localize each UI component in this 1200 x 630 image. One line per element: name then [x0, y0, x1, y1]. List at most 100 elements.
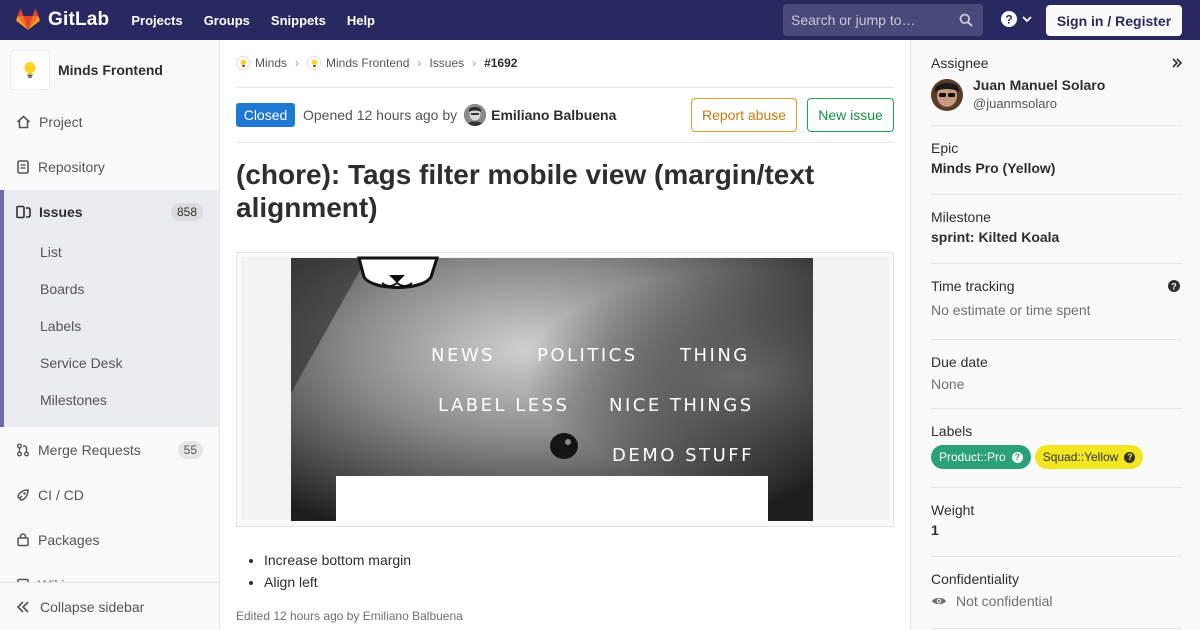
- sidebar-item-label: Issues: [39, 204, 83, 220]
- assignee-avatar-photo: [931, 79, 963, 111]
- status-badge: Closed: [236, 103, 295, 127]
- breadcrumb: Minds › Minds Frontend › Issues › #1692: [236, 56, 517, 70]
- lightbulb-icon: [24, 62, 36, 78]
- sidebar-item-issues[interactable]: Issues 858: [0, 190, 219, 234]
- question-icon: ?: [1124, 451, 1136, 463]
- gitlab-logo[interactable]: GitLab: [16, 9, 109, 31]
- search-input[interactable]: Search or jump to…: [783, 4, 983, 36]
- image-tag: LABEL LESS: [438, 395, 570, 416]
- help-dropdown[interactable]: ?: [1001, 11, 1033, 27]
- nav-snippets[interactable]: Snippets: [271, 13, 326, 28]
- issue-screenshot[interactable]: NEWS POLITICS THING LABEL LESS NICE THIN…: [236, 252, 894, 527]
- labels-label: Labels: [931, 423, 973, 439]
- sidebar-item-project[interactable]: Project: [0, 102, 219, 142]
- breadcrumb-label: Minds: [255, 56, 288, 70]
- collapse-sidebar-label: Collapse sidebar: [40, 598, 145, 615]
- image-tag: DEMO STUFF: [612, 445, 754, 466]
- milestone-label: Milestone: [931, 209, 991, 225]
- due-date-value: None: [931, 376, 965, 392]
- milestone-value[interactable]: sprint: Kilted Koala: [931, 229, 1182, 245]
- question-icon[interactable]: ?: [1168, 280, 1180, 292]
- edited-info: Edited 12 hours ago by Emiliano Balbuena: [236, 609, 463, 623]
- nav-projects[interactable]: Projects: [131, 13, 182, 28]
- breadcrumb-minds[interactable]: Minds: [236, 56, 287, 70]
- image-tag: NEWS: [431, 345, 496, 366]
- issue-description-list: Increase bottom margin Align left: [264, 549, 411, 593]
- time-tracking-label: Time tracking: [931, 278, 1015, 294]
- sub-item-boards[interactable]: Boards: [40, 281, 84, 297]
- confidentiality-block: Confidentiality Not confidential: [931, 571, 1182, 629]
- assignee-label: Assignee: [931, 55, 989, 71]
- sidebar-item-packages[interactable]: Packages: [0, 520, 219, 560]
- divider: [236, 142, 894, 143]
- project-sidebar: Minds Frontend Project Repository Issues…: [0, 40, 220, 630]
- sidebar-item-repository[interactable]: Repository: [0, 147, 219, 187]
- sidebar-item-label: CI / CD: [38, 487, 84, 503]
- chevron-down-icon: [1022, 16, 1032, 23]
- report-abuse-button[interactable]: Report abuse: [691, 98, 797, 132]
- project-header[interactable]: Minds Frontend: [10, 50, 163, 90]
- confidentiality-value: Not confidential: [956, 593, 1053, 609]
- rocket-icon: [17, 489, 29, 501]
- sidebar-item-label: Repository: [38, 159, 105, 175]
- collapse-sidebar-button[interactable]: Collapse sidebar: [0, 582, 219, 630]
- opened-text: Opened 12 hours ago by: [303, 107, 458, 123]
- epic-block: Epic Minds Pro (Yellow): [931, 140, 1182, 195]
- time-tracking-value: No estimate or time spent: [931, 302, 1091, 318]
- assignee-block: Assignee Juan Manuel Solaro @juanmsolaro: [931, 55, 1182, 126]
- double-chevron-left-icon: [16, 600, 29, 613]
- breadcrumb-minds-frontend[interactable]: Minds Frontend: [307, 56, 409, 70]
- milestone-block: Milestone sprint: Kilted Koala: [931, 209, 1182, 264]
- labels-block: Labels Product::Pro ? Squad::Yellow ?: [931, 423, 1182, 488]
- author-avatar[interactable]: [464, 104, 487, 126]
- nav-groups[interactable]: Groups: [204, 13, 250, 28]
- label-squad-yellow[interactable]: Squad::Yellow ?: [1034, 445, 1144, 469]
- sub-item-service-desk[interactable]: Service Desk: [40, 355, 122, 371]
- label-text: Squad::Yellow: [1042, 450, 1119, 464]
- time-tracking-block: Time tracking ? No estimate or time spen…: [931, 278, 1182, 340]
- epic-value[interactable]: Minds Pro (Yellow): [931, 160, 1182, 176]
- merge-requests-count-badge: 55: [177, 441, 203, 459]
- nav-help[interactable]: Help: [347, 13, 375, 28]
- breadcrumb-separator: ›: [472, 56, 477, 70]
- svg-text:?: ?: [1005, 13, 1012, 27]
- breadcrumb-label: Minds Frontend: [326, 56, 410, 70]
- image-tag: POLITICS: [537, 345, 638, 366]
- issue-title: (chore): Tags filter mobile view (margin…: [236, 159, 815, 223]
- sub-item-milestones[interactable]: Milestones: [40, 392, 107, 408]
- sidebar-item-ci-cd[interactable]: CI / CD: [0, 475, 219, 515]
- due-date-label: Due date: [931, 354, 988, 370]
- lightbulb-icon: [311, 59, 317, 67]
- assignee-avatar[interactable]: [931, 79, 963, 111]
- search-icon: [959, 13, 973, 27]
- package-icon: [17, 533, 29, 547]
- breadcrumb-issue-number[interactable]: #1692: [484, 56, 517, 70]
- merge-request-icon: [17, 443, 29, 457]
- breadcrumb-separator: ›: [417, 56, 422, 70]
- issue-right-sidebar: Assignee Juan Manuel Solaro @juanmsolaro…: [910, 40, 1200, 630]
- image-tag: NICE THINGS: [609, 395, 754, 416]
- lightbulb-icon: [240, 59, 246, 67]
- sign-in-button[interactable]: Sign in / Register: [1046, 5, 1182, 36]
- author-name[interactable]: Emiliano Balbuena: [491, 107, 616, 123]
- divider: [236, 87, 894, 88]
- eye-icon: [932, 598, 946, 604]
- image-tag: THING: [680, 345, 750, 366]
- new-issue-button[interactable]: New issue: [807, 98, 894, 132]
- label-text: Product::Pro: [939, 450, 1006, 464]
- doc-icon: [17, 160, 29, 174]
- breadcrumb-issues[interactable]: Issues: [429, 56, 464, 70]
- label-product-pro[interactable]: Product::Pro ?: [931, 445, 1031, 469]
- sub-item-labels[interactable]: Labels: [40, 318, 81, 334]
- gitlab-logo-text: GitLab: [48, 9, 110, 30]
- sub-item-list[interactable]: List: [40, 244, 62, 260]
- epic-label: Epic: [931, 140, 959, 156]
- minds-avatar: [236, 56, 250, 70]
- sidebar-item-merge-requests[interactable]: Merge Requests 55: [0, 430, 219, 470]
- assignee-name[interactable]: Juan Manuel Solaro: [973, 77, 1105, 93]
- list-item: Increase bottom margin: [264, 549, 411, 571]
- project-avatar: [10, 50, 50, 90]
- author-avatar-photo: [464, 104, 487, 126]
- opened-info: Opened 12 hours ago by Emiliano Balbuena: [303, 102, 616, 128]
- home-icon: [16, 115, 31, 129]
